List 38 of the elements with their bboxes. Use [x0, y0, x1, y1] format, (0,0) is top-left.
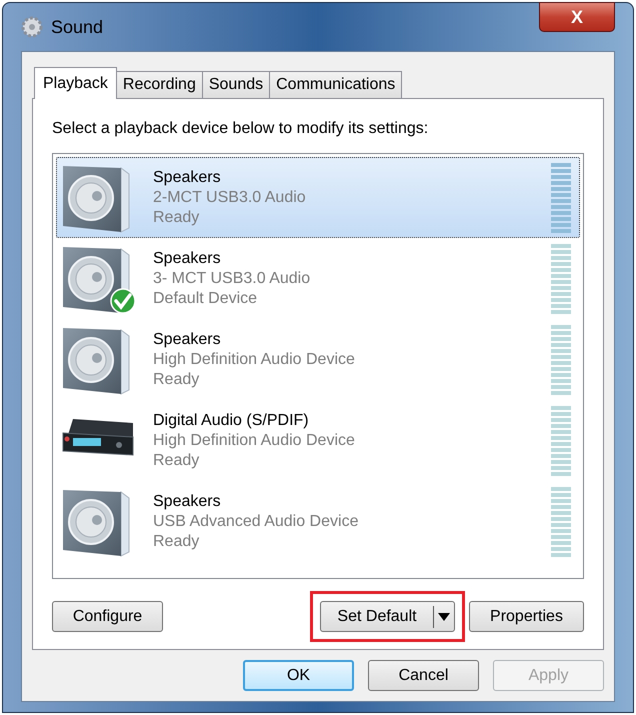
level-meter-icon — [551, 406, 571, 476]
device-description: High Definition Audio Device — [153, 350, 356, 370]
level-meter-icon — [551, 324, 571, 394]
device-name: Speakers — [153, 248, 222, 268]
device-row[interactable]: Speakers USB Advanced Audio Device Ready — [56, 481, 580, 562]
tab[interactable]: Sounds — [202, 71, 270, 98]
level-meter-icon — [551, 244, 571, 314]
level-meter-icon — [551, 486, 571, 556]
device-description: High Definition Audio Device — [153, 430, 356, 450]
dialog-button[interactable]: Cancel — [368, 660, 479, 691]
device-name: Speakers — [153, 330, 222, 350]
device-name: Speakers — [153, 168, 222, 188]
tab[interactable]: Communications — [270, 71, 402, 98]
window-title: Sound — [51, 16, 104, 38]
device-status: Default Device — [153, 288, 258, 308]
gear-icon — [21, 16, 43, 38]
set-default-split-button[interactable]: Set Default — [320, 601, 455, 632]
device-name: Digital Audio (S/PDIF) — [153, 410, 310, 430]
device-description: 2-MCT USB3.0 Audio — [153, 188, 307, 208]
device-row[interactable]: Speakers 2-MCT USB3.0 Audio Ready — [56, 157, 580, 238]
configure-button[interactable]: Configure — [52, 601, 163, 632]
device-status: Ready — [153, 208, 200, 228]
device-row[interactable]: Speakers 3- MCT USB3.0 Audio Default Device — [56, 238, 580, 319]
level-meter-icon — [551, 162, 571, 232]
instruction-text: Select a playback device below to modify its settings: — [52, 119, 430, 139]
close-button[interactable]: X — [539, 2, 615, 32]
device-status: Ready — [153, 370, 200, 390]
dialog-button[interactable]: OK — [243, 660, 354, 691]
device-row[interactable]: Digital Audio (S/PDIF) High Definition Audio Device Ready — [56, 400, 580, 481]
device-row[interactable]: Speakers High Definition Audio Device Ready — [56, 319, 580, 400]
device-name: Speakers — [153, 492, 222, 512]
device-description: USB Advanced Audio Device — [153, 512, 360, 532]
device-status: Ready — [153, 532, 200, 552]
properties-button[interactable]: Properties — [469, 601, 584, 632]
tab[interactable]: Playback — [34, 67, 117, 99]
device-description: 3- MCT USB3.0 Audio — [153, 268, 312, 288]
device-status: Ready — [153, 450, 200, 470]
tab[interactable]: Recording — [116, 71, 203, 98]
